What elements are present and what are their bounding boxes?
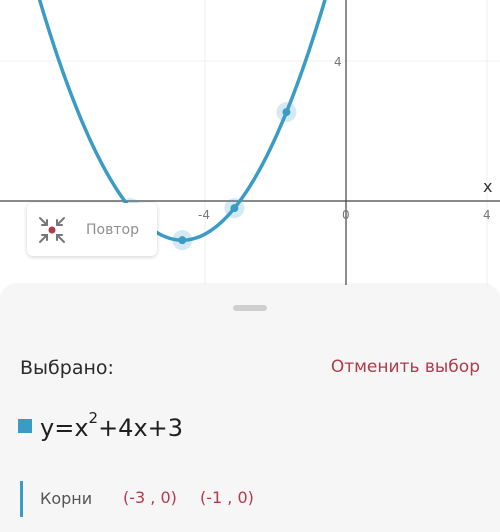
x-axis-label: x [483, 177, 492, 196]
equation-equals: = [54, 414, 75, 442]
tick-label-x-4: 4 [483, 208, 491, 222]
recenter-button[interactable]: Повтор [27, 203, 157, 256]
drag-handle[interactable] [233, 305, 267, 311]
marked-point[interactable] [230, 204, 239, 213]
tick-label-x-neg4: -4 [198, 208, 210, 222]
equation-color-swatch [18, 419, 32, 433]
tick-label-x-0: 0 [342, 208, 350, 222]
recenter-label: Повтор [86, 221, 139, 238]
selected-title: Выбрано: [20, 357, 114, 379]
roots-label: Корни [40, 489, 93, 508]
root-link[interactable]: (-3 , 0) [123, 488, 177, 507]
equation-rest: +4x+3 [98, 414, 184, 442]
roots-accent-bar [20, 481, 23, 517]
equation-exponent: 2 [88, 409, 99, 427]
equation-lhs: y [40, 414, 55, 442]
bottom-sheet: Выбрано: Отменить выбор y=x2+4x+3 Корни … [0, 285, 500, 532]
recenter-icon [39, 216, 65, 243]
cancel-selection-button[interactable]: Отменить выбор [331, 357, 480, 377]
marked-point[interactable] [282, 108, 291, 117]
equation-text: y=x2+4x+3 [40, 409, 184, 442]
tick-label-y-4: 4 [334, 55, 342, 69]
roots-row: Корни (-3 , 0) (-1 , 0) [20, 481, 500, 517]
marked-point[interactable] [178, 236, 187, 245]
root-link[interactable]: (-1 , 0) [200, 488, 254, 507]
equation-base: x [74, 414, 89, 442]
